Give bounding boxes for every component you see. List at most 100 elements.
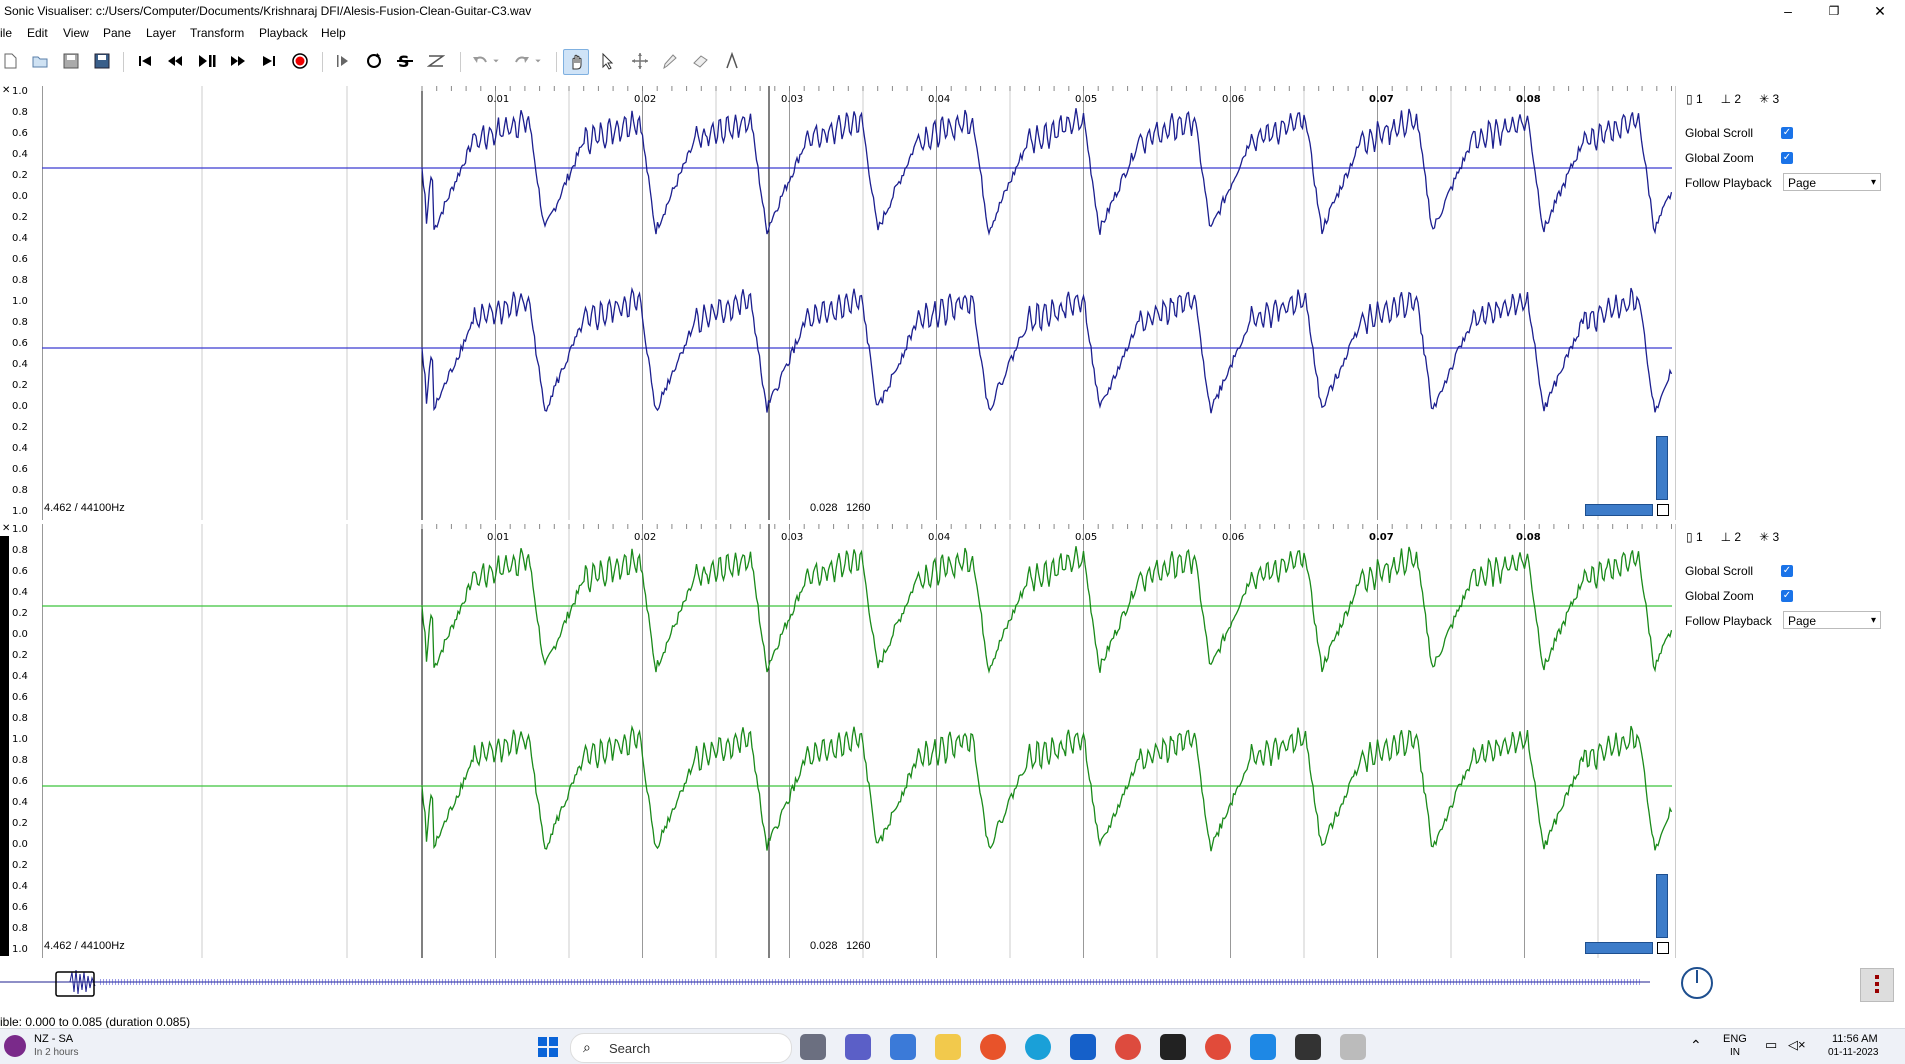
undo-icon[interactable] [468, 49, 492, 73]
waveform-pane-1[interactable]: ✕ 1.0 0.8 0.6 0.4 0.2 0.0 0.2 0.4 0.6 0.8 1.0 0.8 0.… [0, 86, 1675, 520]
play-pause-icon[interactable] [195, 49, 219, 73]
menu-bar: ile Edit View Pane Layer Transform Playb… [0, 22, 1905, 44]
rewind-start-icon[interactable] [133, 49, 157, 73]
waveform-plot[interactable]: 0.01 0.02 0.03 0.04 0.05 0.06 0.07 0.08 [42, 524, 1672, 958]
time-tick-label: 0.07 [1369, 94, 1394, 105]
select-arrow-icon[interactable] [596, 49, 620, 73]
global-scroll-checkbox[interactable]: ✓ [1781, 565, 1793, 577]
time-tick-label: 0.01 [487, 532, 509, 543]
horizontal-zoom-thumbwheel[interactable] [1585, 504, 1653, 516]
cursor-time-label: 0.028 [810, 940, 838, 952]
tab-layer-3[interactable]: ✳ 3 [1759, 530, 1779, 544]
taskbar-search-input[interactable]: ⌕ Search [570, 1033, 792, 1063]
scale-tick-label: 1.0 [12, 524, 28, 535]
global-scroll-checkbox[interactable]: ✓ [1781, 127, 1793, 139]
play-selection-icon[interactable] [331, 49, 355, 73]
edge-icon[interactable] [1025, 1034, 1051, 1060]
volume-icon[interactable]: ◁× [1788, 1037, 1806, 1053]
clock-time[interactable]: 11:56 AM [1832, 1033, 1878, 1045]
tab-layer-2[interactable]: ⊥ 2 [1721, 530, 1741, 544]
move-icon[interactable] [628, 49, 652, 73]
time-tick-label: 0.04 [928, 94, 950, 105]
terminal-icon[interactable] [1295, 1034, 1321, 1060]
scale-tick-label: 0.6 [12, 692, 28, 703]
menu-edit[interactable]: Edit [27, 26, 48, 40]
windows-start-icon[interactable] [538, 1037, 558, 1057]
tab-layer-1[interactable]: ▯ 1 [1686, 92, 1703, 106]
overview-strip[interactable] [0, 962, 1905, 1006]
weather-text: NZ - SA [34, 1033, 74, 1045]
tab-layer-2[interactable]: ⊥ 2 [1721, 92, 1741, 106]
language-indicator[interactable]: ENG [1723, 1033, 1747, 1045]
erase-icon[interactable] [689, 49, 713, 73]
scale-tick-label: 0.0 [12, 839, 28, 850]
navigate-hand-icon[interactable] [563, 49, 589, 75]
chevron-down-icon: ▾ [1870, 615, 1876, 626]
close-pane-icon[interactable]: ✕ [2, 524, 10, 534]
undo-dropdown-icon[interactable] [490, 49, 502, 73]
save-icon[interactable] [59, 49, 83, 73]
vscode-icon[interactable] [1250, 1034, 1276, 1060]
scale-tick-label: 0.6 [12, 902, 28, 913]
measure-icon[interactable] [720, 49, 744, 73]
menu-view[interactable]: View [63, 26, 89, 40]
follow-playback-select[interactable]: Page ▾ [1783, 611, 1881, 629]
menu-layer[interactable]: Layer [146, 26, 176, 40]
speed-icon[interactable] [424, 49, 448, 73]
vertical-zoom-thumbwheel[interactable] [1656, 436, 1668, 500]
follow-playback-select[interactable]: Page ▾ [1783, 173, 1881, 191]
task-view-icon[interactable] [800, 1034, 826, 1060]
rewind-icon[interactable] [163, 49, 187, 73]
cursor-frame-label: 1260 [846, 940, 871, 952]
amplitude-scale: ✕ 1.0 0.8 0.6 0.4 0.2 0.0 0.2 0.4 0.6 0.8 1.0 0.8 0.… [0, 86, 43, 520]
close-pane-icon[interactable]: ✕ [2, 86, 10, 96]
scale-tick-label: 0.2 [12, 380, 28, 391]
network-icon[interactable]: ▭ [1765, 1037, 1777, 1053]
tab-layer-3[interactable]: ✳ 3 [1759, 92, 1779, 106]
fast-forward-icon[interactable] [226, 49, 250, 73]
sonic-visualiser-icon[interactable] [1340, 1034, 1366, 1060]
maximize-button[interactable]: ❐ [1811, 0, 1857, 22]
close-button[interactable]: ✕ [1857, 0, 1903, 22]
record-icon[interactable] [288, 49, 312, 73]
save-as-icon[interactable] [90, 49, 114, 73]
time-tick-label: 0.01 [487, 94, 509, 105]
menu-help[interactable]: Help [321, 26, 346, 40]
global-scroll-label: Global Scroll [1685, 126, 1754, 140]
time-tick-label: 0.06 [1222, 532, 1244, 543]
reset-zoom-button[interactable] [1657, 504, 1669, 516]
store-icon[interactable] [890, 1034, 916, 1060]
reset-zoom-button[interactable] [1657, 942, 1669, 954]
menu-file[interactable]: ile [0, 26, 12, 40]
tab-layer-1[interactable]: ▯ 1 [1686, 530, 1703, 544]
solo-icon[interactable]: S [393, 49, 417, 73]
teams-icon[interactable] [845, 1034, 871, 1060]
horizontal-zoom-thumbwheel[interactable] [1585, 942, 1653, 954]
redo-icon[interactable] [510, 49, 534, 73]
mail-icon[interactable] [1070, 1034, 1096, 1060]
loop-icon[interactable] [362, 49, 386, 73]
chevron-up-icon[interactable]: ⌃ [1690, 1037, 1702, 1054]
menu-pane[interactable]: Pane [103, 26, 131, 40]
open-folder-icon[interactable] [28, 49, 52, 73]
chrome-profile-icon[interactable] [1205, 1034, 1231, 1060]
pycharm-icon[interactable] [1160, 1034, 1186, 1060]
minimize-button[interactable]: – [1765, 0, 1811, 22]
weather-icon[interactable] [4, 1035, 26, 1057]
global-zoom-checkbox[interactable]: ✓ [1781, 152, 1793, 164]
global-zoom-checkbox[interactable]: ✓ [1781, 590, 1793, 602]
fast-forward-end-icon[interactable] [257, 49, 281, 73]
waveform-plot[interactable]: 0.01 0.02 0.03 0.04 0.05 0.06 0.07 0.08 [42, 86, 1672, 520]
redo-dropdown-icon[interactable] [532, 49, 544, 73]
playback-speed-dial-icon[interactable] [1680, 966, 1714, 1000]
menu-playback[interactable]: Playback [259, 26, 308, 40]
new-file-icon[interactable] [0, 49, 22, 73]
draw-pencil-icon[interactable] [657, 49, 681, 73]
file-explorer-icon[interactable] [935, 1034, 961, 1060]
firefox-icon[interactable] [980, 1034, 1006, 1060]
vertical-zoom-thumbwheel[interactable] [1656, 874, 1668, 938]
window-title: Sonic Visualiser: c:/Users/Computer/Docu… [4, 4, 532, 18]
menu-transform[interactable]: Transform [190, 26, 244, 40]
waveform-pane-2[interactable]: ✕ 1.0 0.8 0.6 0.4 0.2 0.0 0.2 0.4 0.6 0.8 1.0 0.8 0.… [0, 524, 1675, 958]
chrome-icon[interactable] [1115, 1034, 1141, 1060]
